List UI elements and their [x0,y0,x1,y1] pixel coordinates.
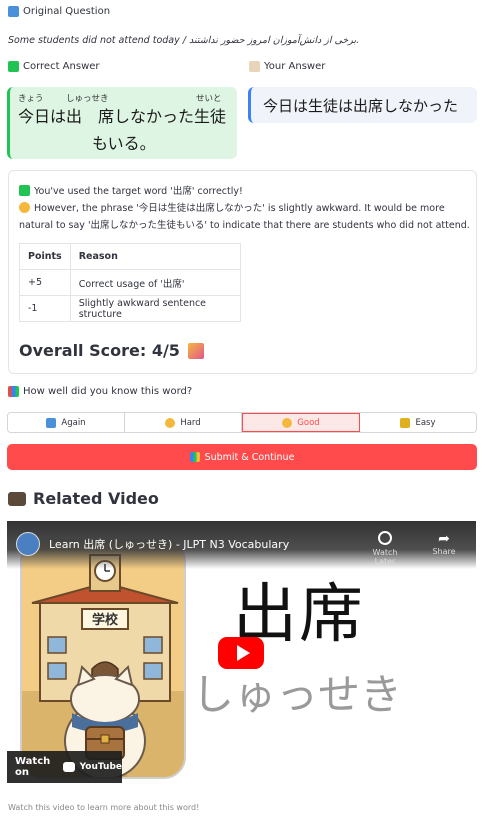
memo-icon [249,61,260,72]
video-thumbnail-illustration: 学校 [20,539,186,779]
table-header-reason: Reason [69,243,241,270]
video-caption: Watch this video to learn more about thi… [8,803,200,812]
watch-later-button[interactable]: Watch Later [365,531,405,566]
channel-avatar-icon[interactable] [16,532,40,556]
play-icon [237,645,250,661]
submit-continue-label: Submit & Continue [204,451,295,463]
share-button[interactable]: ➦ Share [427,531,461,556]
trophy-icon [400,417,411,428]
youtube-label: YouTube [79,762,122,772]
rating-easy-label: Easy [415,417,436,428]
rating-hard-button[interactable]: Hard [125,413,242,432]
rating-good-button[interactable]: Good [242,413,360,432]
original-question-label: Original Question [8,6,110,17]
correct-answer-label: Correct Answer [8,61,100,72]
video-player[interactable]: 学校 Learn 出席 (しゅっせき) - JLPT N3 Vocabulary… [7,521,476,786]
youtube-logo-icon [63,762,75,772]
clock-icon [378,531,392,545]
correct-answer-label-text: Correct Answer [23,61,100,72]
feedback-panel: You've used the target word '出席' correct… [8,170,477,374]
school-sign-text: 学校 [92,612,119,628]
video-title-link[interactable]: Learn 出席 (しゅっせき) - JLPT N3 Vocabulary [49,536,289,552]
your-answer-box: 今日は生徒は出席しなかった [248,87,477,123]
score-table: Points Reason +5 Correct usage of '出席' -… [19,243,241,322]
share-arrow-icon: ➦ [438,531,450,547]
feedback-line2-text: However, the phrase '今日は生徒は出席しなかった' is s… [34,203,445,214]
video-kana-text: しゅっせき [192,670,403,719]
feedback-line1-text: You've used the target word '出席' correct… [34,186,243,197]
table-cell-reason: Slightly awkward sentence structure [69,295,241,322]
your-answer-text: 今日は生徒は出席しなかった [263,97,459,115]
feedback-note-line: However, the phrase '今日は生徒は出席しなかった' is s… [19,200,445,214]
watch-on-youtube-button[interactable]: Watch on YouTube [7,751,122,783]
overall-score: Overall Score: 4/5 [19,341,204,360]
table-header-row: Points Reason [19,243,241,270]
original-question-text: Some students did not attend today / برخ… [8,35,360,46]
check-icon [19,184,30,196]
related-video-title: Related Video [33,489,159,508]
your-answer-label-text: Your Answer [264,61,326,72]
books-icon [189,452,200,462]
related-video-heading: Related Video [8,489,159,508]
feedback-correct-line: You've used the target word '出席' correct… [19,183,243,197]
sweat-face-icon [165,417,176,428]
table-row: +5 Correct usage of '出席' [19,269,241,296]
feedback-line3: natural to say '出席しなかった生徒もいる' to indicat… [19,220,470,231]
rating-again-label: Again [61,417,86,428]
rating-segmented-control: Again Hard Good Easy [7,412,477,433]
bar-chart-icon [8,386,19,397]
submit-continue-button[interactable]: Submit & Continue [7,444,477,470]
school-cat-illustration: 学校 [22,541,184,777]
table-cell-points: -1 [19,295,71,322]
check-icon [8,61,19,72]
overall-score-text: Overall Score: 4/5 [19,341,180,360]
table-row: -1 Slightly awkward sentence structure [19,295,241,322]
thinking-face-icon [19,201,30,213]
book-icon [8,6,19,17]
table-cell-reason: Correct usage of '出席' [69,269,241,296]
rating-question: How well did you know this word? [8,386,192,397]
rating-again-button[interactable]: Again [8,413,125,432]
your-answer-label: Your Answer [249,61,325,72]
watch-on-label: Watch on [15,756,51,778]
rating-hard-label: Hard [180,417,201,428]
repeat-icon [46,417,57,428]
share-label: Share [432,547,456,556]
rating-easy-button[interactable]: Easy [360,413,476,432]
rating-question-text: How well did you know this word? [23,386,193,397]
smile-face-icon [282,417,293,428]
rating-good-label: Good [297,417,320,428]
correct-answer-line1: 今日は出 席しなかった生徒 [18,107,227,126]
correct-answer-line2: もいる。 [92,134,156,153]
table-header-points: Points [19,243,71,270]
table-cell-points: +5 [19,269,71,296]
correct-answer-box: きょう しゅっせき せいと 今日は出 席しなかった生徒 もいる。 [7,87,237,159]
watch-later-label: Watch Later [372,548,398,566]
original-question-label-text: Original Question [23,6,111,17]
party-popper-icon [187,342,204,359]
movie-camera-icon [8,491,26,506]
